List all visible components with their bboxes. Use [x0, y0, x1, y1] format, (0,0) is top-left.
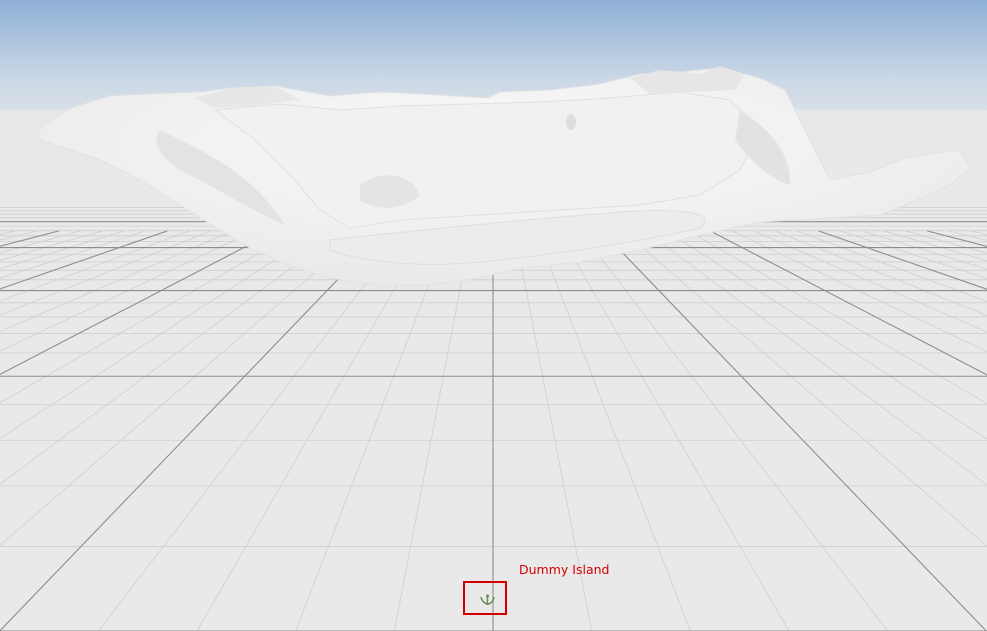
- terrain-rock-small: [566, 114, 576, 130]
- scene-render[interactable]: [0, 0, 987, 631]
- 3d-viewport[interactable]: Dummy Island: [0, 0, 987, 631]
- selection-highlight-box[interactable]: [463, 581, 507, 615]
- annotation-label: Dummy Island: [519, 562, 610, 577]
